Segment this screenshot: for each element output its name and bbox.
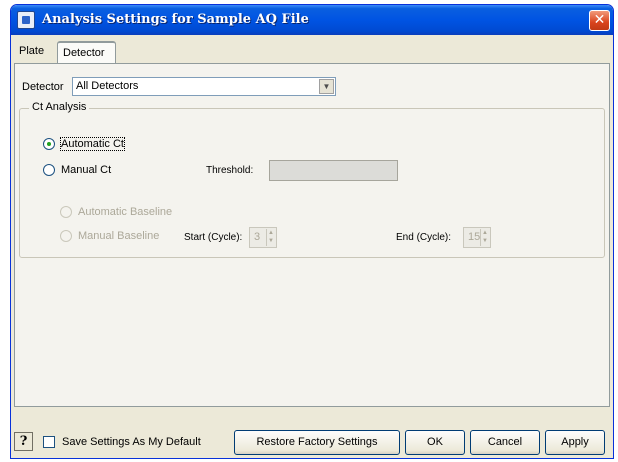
dialog-button-bar: ? Save Settings As My Default Restore Fa… <box>14 430 610 458</box>
start-cycle-label: Start (Cycle): <box>184 232 243 243</box>
manual-baseline-option[interactable]: Manual Baseline <box>60 230 159 242</box>
automatic-baseline-label: Automatic Baseline <box>78 206 173 218</box>
save-default-label: Save Settings As My Default <box>62 436 201 448</box>
ok-button[interactable]: OK <box>405 430 465 455</box>
restore-factory-settings-button[interactable]: Restore Factory Settings <box>234 430 400 455</box>
help-icon[interactable]: ? <box>14 432 33 451</box>
end-cycle-stepper[interactable]: 15 ▲ ▼ <box>463 227 491 248</box>
threshold-input[interactable] <box>269 160 398 181</box>
manual-baseline-label: Manual Baseline <box>78 230 160 242</box>
cancel-button[interactable]: Cancel <box>470 430 540 455</box>
app-icon <box>17 11 35 29</box>
end-cycle-label: End (Cycle): <box>396 232 452 243</box>
manual-ct-option[interactable]: Manual Ct <box>43 164 111 176</box>
detector-selected-value: All Detectors <box>76 80 139 92</box>
stepper-arrows-icon[interactable]: ▲ ▼ <box>480 229 489 246</box>
automatic-baseline-radio[interactable] <box>60 206 72 218</box>
ct-analysis-title: Ct Analysis <box>29 101 90 113</box>
automatic-ct-label: Automatic Ct <box>60 137 125 151</box>
window-title: Analysis Settings for Sample AQ File <box>42 12 309 27</box>
threshold-label: Threshold: <box>206 165 254 176</box>
chevron-down-icon[interactable]: ▼ <box>319 79 334 94</box>
close-icon[interactable]: ✕ <box>589 10 610 31</box>
detector-label: Detector <box>22 81 64 93</box>
manual-ct-label: Manual Ct <box>61 164 112 176</box>
start-cycle-value: 3 <box>254 231 261 243</box>
automatic-baseline-option[interactable]: Automatic Baseline <box>60 206 172 218</box>
apply-button[interactable]: Apply <box>545 430 605 455</box>
manual-baseline-radio[interactable] <box>60 230 72 242</box>
automatic-ct-option[interactable]: Automatic Ct <box>43 137 125 151</box>
end-cycle-value: 15 <box>468 231 481 243</box>
stepper-arrows-icon[interactable]: ▲ ▼ <box>266 229 275 246</box>
save-default-checkbox[interactable] <box>43 436 55 448</box>
detector-dropdown[interactable]: All Detectors ▼ <box>72 77 336 96</box>
start-cycle-stepper[interactable]: 3 ▲ ▼ <box>249 227 277 248</box>
automatic-ct-radio[interactable] <box>43 138 55 150</box>
tab-detector[interactable]: Detector <box>57 41 116 63</box>
title-bar[interactable]: Analysis Settings for Sample AQ File ✕ <box>11 5 613 35</box>
tab-plate[interactable]: Plate <box>14 41 56 63</box>
manual-ct-radio[interactable] <box>43 164 55 176</box>
analysis-settings-dialog: Analysis Settings for Sample AQ File ✕ P… <box>10 4 614 459</box>
